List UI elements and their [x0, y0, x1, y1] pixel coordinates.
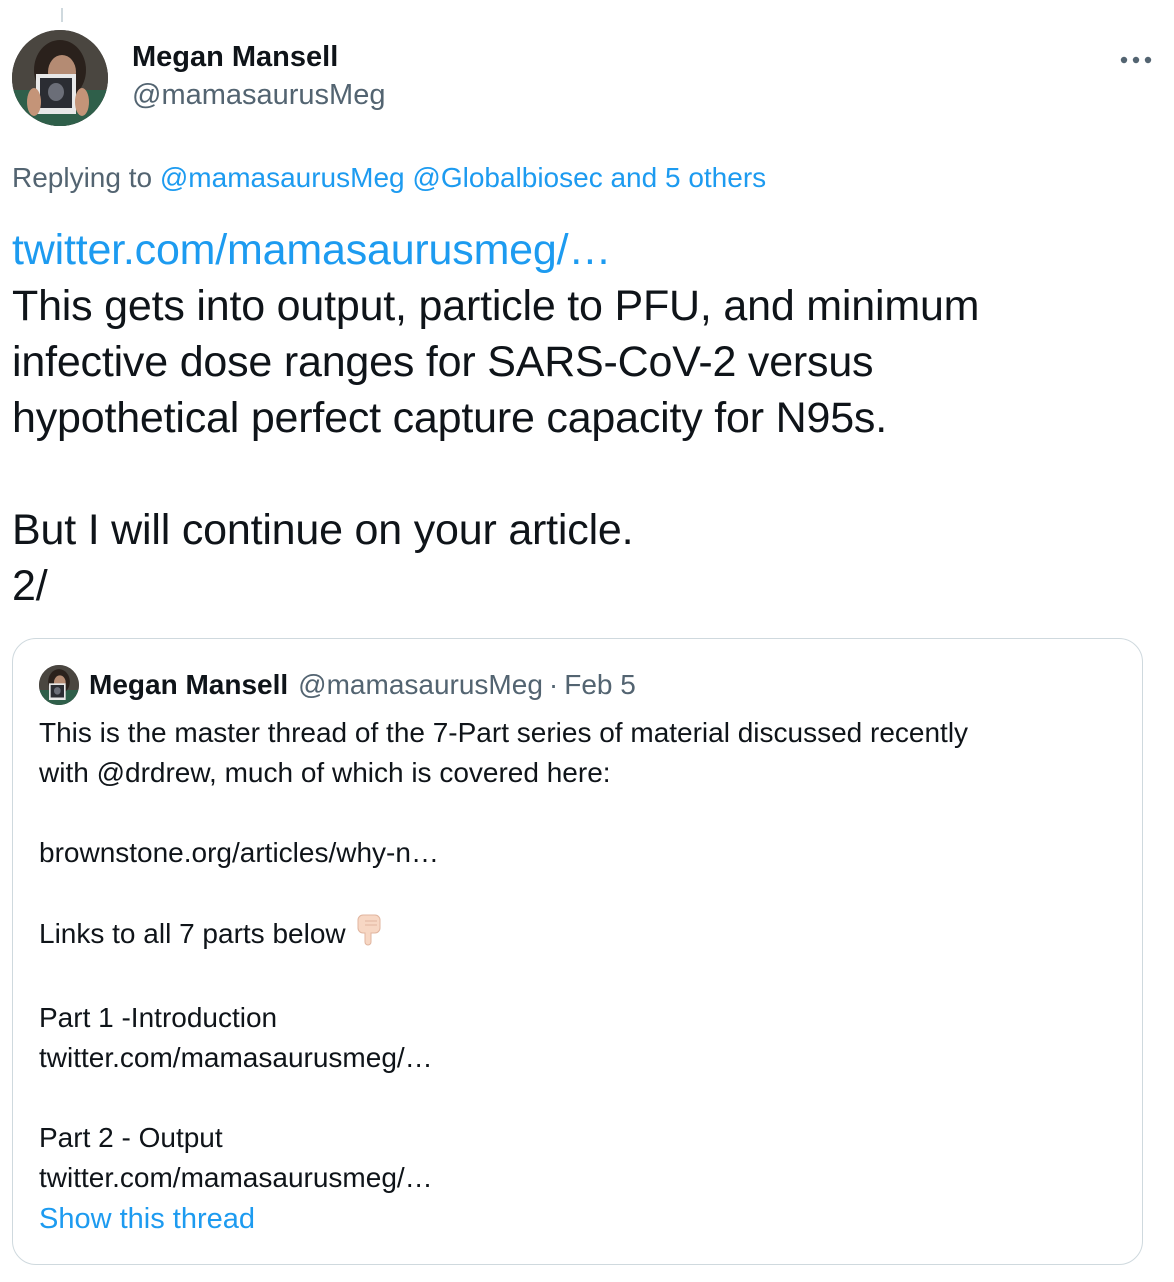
- author-display-name[interactable]: Megan Mansell: [132, 40, 385, 74]
- quoted-author-handle: @mamasaurusMeg: [298, 669, 543, 700]
- others-link[interactable]: and 5 others: [610, 162, 766, 193]
- article-link: brownstone.org/articles/why-n…: [39, 837, 439, 868]
- quoted-tweet-text: This is the master thread of the 7-Part …: [39, 713, 1124, 1198]
- part-link: twitter.com/mamasaurusmeg/…: [39, 1042, 433, 1073]
- links-intro-line: Links to all 7 parts below: [39, 913, 1124, 958]
- quoted-text-line: This is the master thread of the 7-Part …: [39, 717, 969, 748]
- tweet-header: Megan Mansell @mamasaurusMeg: [12, 30, 1162, 126]
- thread-counter: 2/: [12, 562, 48, 610]
- part-title: Part 1 -Introduction: [39, 1002, 278, 1033]
- tweet-text-line: This gets into output, particle to PFU, …: [12, 282, 980, 330]
- show-thread-link[interactable]: Show this thread: [39, 1199, 255, 1239]
- tweet-text-line: But I will continue on your article.: [12, 506, 634, 554]
- mention-link[interactable]: @mamasaurusMeg: [160, 162, 405, 193]
- mention-link[interactable]: @Globalbiosec: [412, 162, 602, 193]
- profile-photo-icon: [12, 30, 108, 126]
- tweet-text: twitter.com/mamasaurusmeg/… This gets in…: [12, 222, 1157, 614]
- separator-dot: ·: [548, 669, 559, 700]
- backhand-index-pointing-down-icon: [354, 913, 384, 958]
- tweet-text-line: infective dose ranges for SARS-CoV-2 ver…: [12, 338, 874, 386]
- quoted-text-line: with @drdrew, much of which is covered h…: [39, 757, 611, 788]
- tweet-text-line: hypothetical perfect capture capacity fo…: [12, 394, 887, 442]
- tweet-link[interactable]: twitter.com/mamasaurusmeg/…: [12, 222, 1157, 278]
- quoted-tweet-card[interactable]: Megan Mansell @mamasaurusMeg · Feb 5 Thi…: [12, 638, 1143, 1265]
- links-intro-text: Links to all 7 parts below: [39, 917, 346, 949]
- part-title: Part 2 - Output: [39, 1122, 223, 1153]
- author-avatar[interactable]: [12, 30, 108, 126]
- more-horizontal-icon: [1120, 56, 1152, 64]
- more-options-button[interactable]: [1116, 40, 1156, 80]
- author-names: Megan Mansell @mamasaurusMeg: [132, 40, 385, 112]
- thread-connector-line: [61, 8, 63, 22]
- quoted-tweet-date: Feb 5: [564, 669, 636, 700]
- quoted-author-avatar: [39, 665, 79, 705]
- profile-photo-icon: [39, 665, 79, 705]
- author-handle[interactable]: @mamasaurusMeg: [132, 78, 385, 112]
- quoted-tweet-header: Megan Mansell @mamasaurusMeg · Feb 5: [39, 665, 636, 705]
- replying-to: Replying to @mamasaurusMeg @Globalbiosec…: [12, 160, 766, 196]
- replying-prefix: Replying to: [12, 162, 153, 193]
- quoted-author-display-name: Megan Mansell: [89, 669, 289, 700]
- part-link: twitter.com/mamasaurusmeg/…: [39, 1162, 433, 1193]
